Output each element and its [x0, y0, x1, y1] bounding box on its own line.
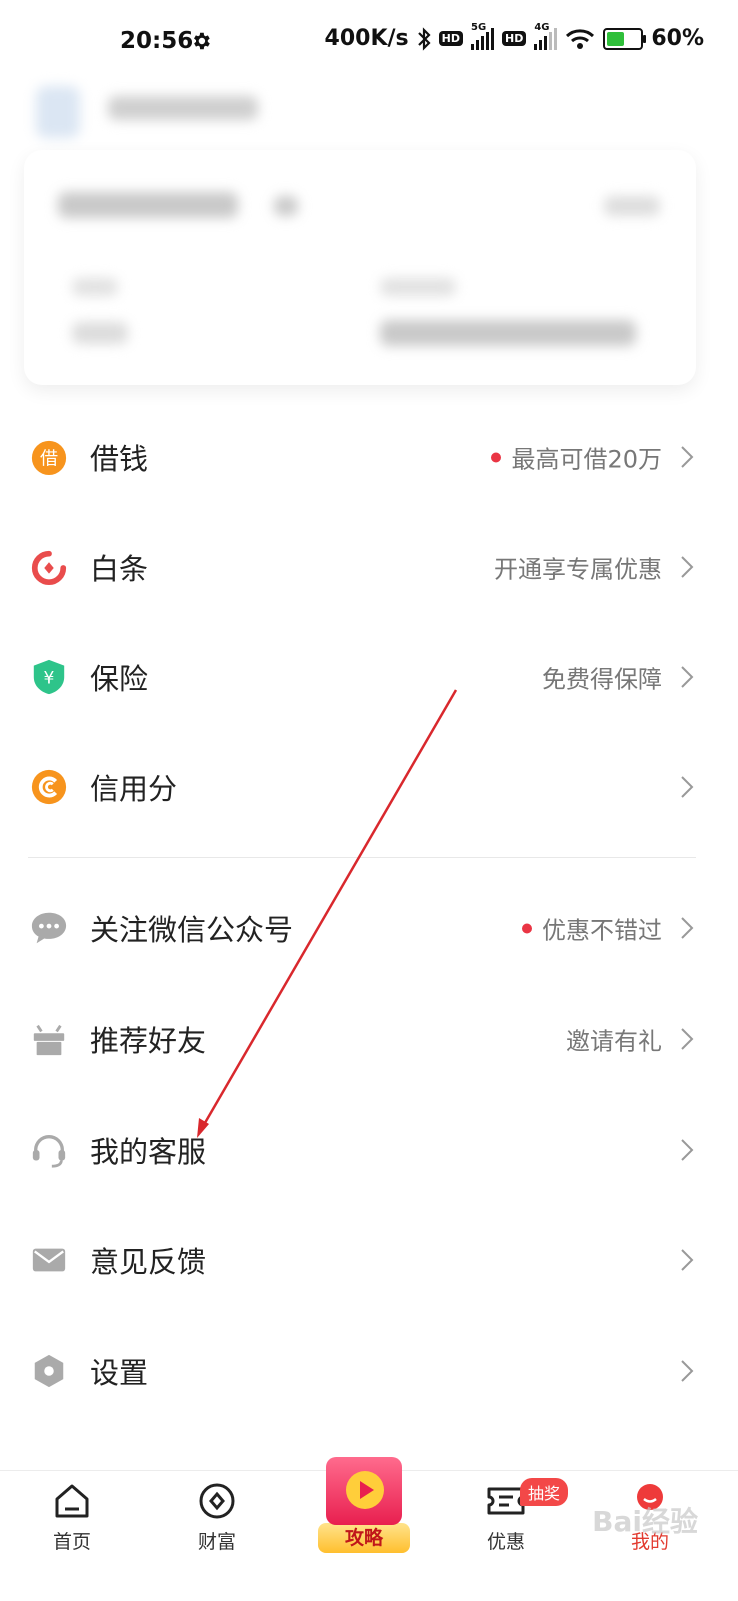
menu-item-refer[interactable]: 推荐好友 邀请有礼 [0, 984, 738, 1094]
menu-hint: 邀请有礼 [566, 1027, 662, 1056]
card-value-blurred [72, 322, 128, 344]
menu-item-borrow[interactable]: 借 借钱 最高可借20万 [0, 402, 738, 512]
status-bar: 20:56 400K/s HD 5G HD 4G 60% [0, 0, 738, 86]
hd-badge-1: HD [438, 31, 463, 46]
wifi-icon [566, 28, 595, 49]
chevron-right-icon [681, 917, 694, 939]
card-label-blurred [72, 278, 118, 296]
menu-label: 保险 [90, 662, 149, 696]
chevron-right-icon [681, 666, 694, 688]
home-icon [55, 1484, 89, 1518]
menu-hint: 优惠不错过 [522, 911, 662, 946]
status-time: 20:56 [120, 28, 194, 54]
menu-item-baitiao[interactable]: 白条 开通享专属优惠 [0, 512, 738, 622]
card-label2-blurred [380, 278, 456, 296]
svg-text:借: 借 [40, 449, 58, 470]
hexagon-settings-icon [34, 1354, 64, 1388]
username-placeholder[interactable] [108, 96, 258, 120]
credit-score-icon [31, 769, 67, 805]
tab-promo[interactable]: 攻略 [318, 1457, 410, 1553]
menu-hint: 开通享专属优惠 [494, 555, 662, 584]
wealth-icon [199, 1483, 235, 1519]
section-divider [28, 857, 696, 858]
headset-icon [32, 1135, 66, 1168]
chevron-right-icon [681, 1139, 694, 1161]
menu-hint: 最高可借20万 [491, 440, 662, 475]
tab-label: 优惠 [486, 1531, 525, 1553]
shield-yen-icon: ¥ [33, 659, 65, 695]
card-value2-blurred [380, 320, 636, 346]
menu-item-feedback[interactable]: 意见反馈 [0, 1205, 738, 1315]
menu-label: 信用分 [90, 772, 178, 806]
card-title-blurred [58, 192, 238, 218]
lottery-badge: 抽奖 [520, 1478, 569, 1506]
menu-label: 白条 [90, 552, 149, 586]
signal-4g-icon: 4G [534, 22, 558, 50]
menu-label: 我的客服 [90, 1135, 207, 1169]
tab-label: 财富 [197, 1531, 236, 1553]
chevron-right-icon [681, 1249, 694, 1271]
red-dot [491, 452, 502, 462]
chevron-right-icon [681, 556, 694, 578]
battery-icon [603, 27, 647, 50]
menu-label: 推荐好友 [90, 1024, 207, 1058]
menu-item-wechat[interactable]: 关注微信公众号 优惠不错过 [0, 873, 738, 983]
tab-home[interactable]: 首页 [22, 1481, 122, 1554]
chevron-right-icon [681, 776, 694, 798]
card-eye-blurred [274, 196, 298, 216]
bluetooth-icon [417, 26, 431, 51]
menu-label: 意见反馈 [90, 1245, 207, 1279]
signal-5g-icon: 5G [470, 22, 494, 50]
chevron-right-icon [681, 1360, 694, 1382]
card-link-blurred [604, 196, 660, 216]
status-right-group: 400K/s HD 5G HD 4G 60% [324, 22, 704, 52]
mail-icon [32, 1248, 66, 1272]
net-speed: 400K/s [324, 26, 409, 51]
gear-icon [194, 32, 210, 50]
menu-item-credit[interactable]: 信用分 [0, 732, 738, 842]
menu-label: 关注微信公众号 [90, 913, 294, 947]
svg-text:¥: ¥ [44, 669, 55, 689]
menu-hint: 免费得保障 [542, 665, 662, 694]
tab-wealth[interactable]: 财富 [167, 1481, 267, 1554]
account-card[interactable] [24, 150, 696, 385]
chat-bubble-icon [31, 912, 67, 944]
gift-icon [33, 1024, 65, 1056]
menu-label: 设置 [90, 1356, 149, 1390]
avatar[interactable] [36, 86, 80, 138]
hd-badge-2: HD [501, 31, 527, 46]
baitiao-icon [31, 550, 67, 586]
play-icon [326, 1457, 402, 1525]
watermark: Bai经验 [592, 1505, 698, 1538]
chevron-right-icon [681, 1028, 694, 1050]
menu-label: 借钱 [90, 442, 149, 476]
battery-percent: 60% [651, 26, 704, 51]
red-dot [522, 923, 532, 933]
menu-item-insurance[interactable]: ¥ 保险 免费得保障 [0, 622, 738, 732]
menu-item-customer-service[interactable]: 我的客服 [0, 1095, 738, 1205]
menu-item-settings[interactable]: 设置 [0, 1316, 738, 1426]
promo-label: 攻略 [318, 1523, 410, 1553]
borrow-icon: 借 [31, 440, 67, 476]
chevron-right-icon [681, 446, 694, 468]
tab-label: 首页 [52, 1531, 91, 1553]
